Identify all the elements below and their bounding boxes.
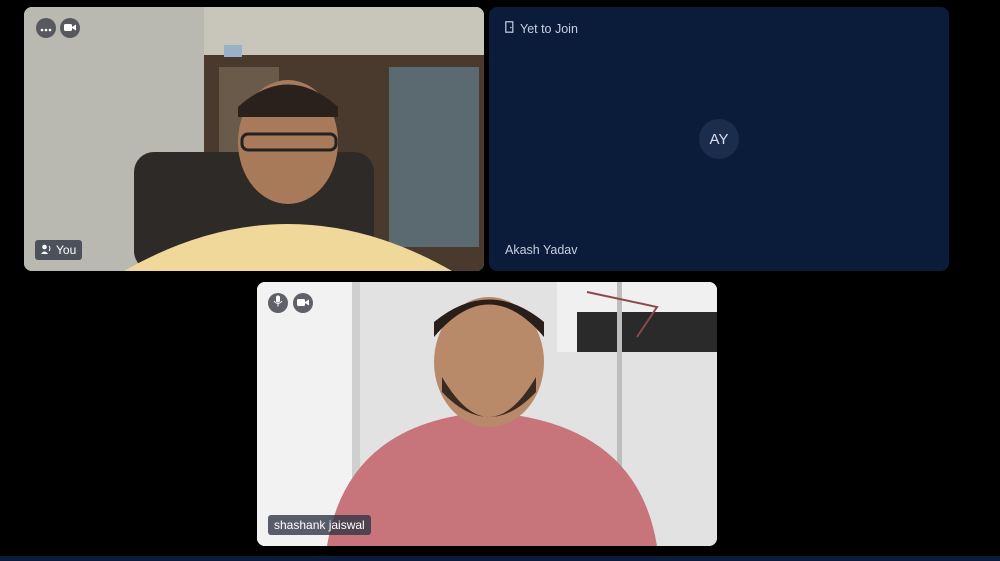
participant-label-you: You xyxy=(35,240,83,260)
camera-icon xyxy=(297,294,309,312)
participant-name: Akash Yadav xyxy=(505,243,578,257)
video-feed-shashank xyxy=(257,282,717,546)
door-icon xyxy=(505,21,514,36)
avatar: AY xyxy=(699,119,739,159)
participant-name: shashank jaiswal xyxy=(274,518,365,532)
video-feed-you xyxy=(24,7,484,271)
avatar-initials: AY xyxy=(709,130,729,148)
mic-icon xyxy=(273,294,283,312)
camera-icon xyxy=(64,19,76,37)
join-status: Yet to Join xyxy=(505,21,578,36)
participant-name: You xyxy=(56,243,77,257)
speaker-icon xyxy=(41,243,52,257)
video-tile-akash[interactable]: Yet to Join AY Akash Yadav xyxy=(489,7,949,271)
participant-label-shashank: shashank jaiswal xyxy=(268,515,371,535)
mic-button[interactable] xyxy=(268,293,288,313)
camera-button[interactable] xyxy=(60,18,80,38)
join-status-text: Yet to Join xyxy=(520,21,578,36)
more-icon xyxy=(40,19,52,37)
video-tile-shashank[interactable]: shashank jaiswal xyxy=(257,282,717,546)
bottom-toolbar-strip xyxy=(0,556,1000,561)
video-tile-you[interactable]: You xyxy=(24,7,484,271)
more-options-button[interactable] xyxy=(36,18,56,38)
camera-button[interactable] xyxy=(293,293,313,313)
